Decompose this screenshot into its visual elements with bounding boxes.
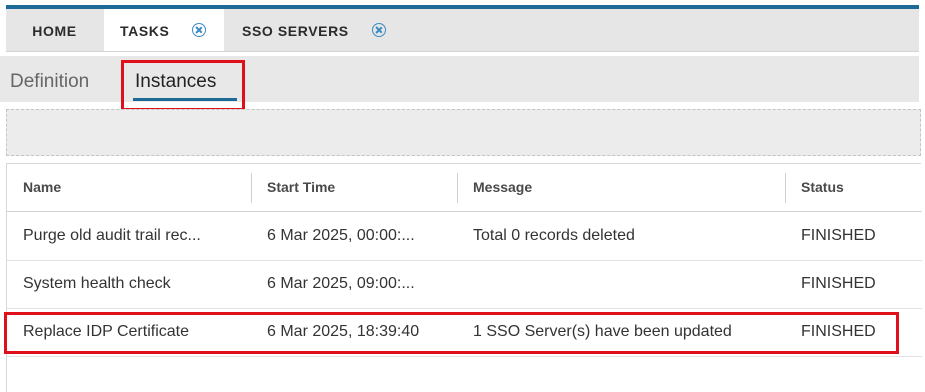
table-row[interactable]: System health check 6 Mar 2025, 09:00:..…: [7, 260, 922, 309]
cell-status: FINISHED: [801, 227, 876, 244]
column-header-status[interactable]: Status: [801, 164, 844, 211]
column-header-start-time[interactable]: Start Time: [267, 164, 335, 211]
main-tab-strip: HOME TASKS SSO SERVERS: [6, 9, 919, 52]
column-separator[interactable]: [457, 173, 458, 203]
tab-tasks[interactable]: TASKS: [104, 9, 224, 51]
column-header-message[interactable]: Message: [473, 164, 532, 211]
tab-home[interactable]: HOME: [6, 9, 103, 51]
column-separator[interactable]: [785, 173, 786, 203]
cell-message: Total 0 records deleted: [473, 227, 635, 244]
close-icon[interactable]: [372, 23, 386, 37]
tab-sso-servers[interactable]: SSO SERVERS: [224, 9, 404, 51]
task-manager-window: HOME TASKS SSO SERVERS Definition Instan…: [0, 0, 925, 392]
table-row[interactable]: Purge old audit trail rec... 6 Mar 2025,…: [7, 212, 922, 261]
tab-sso-servers-label: SSO SERVERS: [242, 23, 349, 39]
cell-name: Purge old audit trail rec...: [23, 227, 201, 244]
column-header-name[interactable]: Name: [23, 164, 61, 211]
close-icon[interactable]: [192, 23, 206, 37]
table-header: Name Start Time Message Status: [7, 164, 922, 212]
instances-highlight-box: [121, 60, 245, 111]
tab-home-label: HOME: [32, 23, 77, 39]
tab-tasks-label: TASKS: [120, 23, 170, 39]
cell-start-time: 6 Mar 2025, 09:00:...: [267, 275, 415, 292]
cell-message: [473, 260, 783, 308]
toolbar-area: [6, 109, 921, 156]
row-highlight-box: [4, 312, 899, 354]
cell-name: System health check: [23, 275, 171, 292]
cell-start-time: 6 Mar 2025, 00:00:...: [267, 227, 415, 244]
instances-table: Name Start Time Message Status Purge old…: [6, 163, 922, 392]
cell-status: FINISHED: [801, 275, 876, 292]
subtab-definition[interactable]: Definition: [10, 71, 89, 93]
column-separator[interactable]: [251, 173, 252, 203]
